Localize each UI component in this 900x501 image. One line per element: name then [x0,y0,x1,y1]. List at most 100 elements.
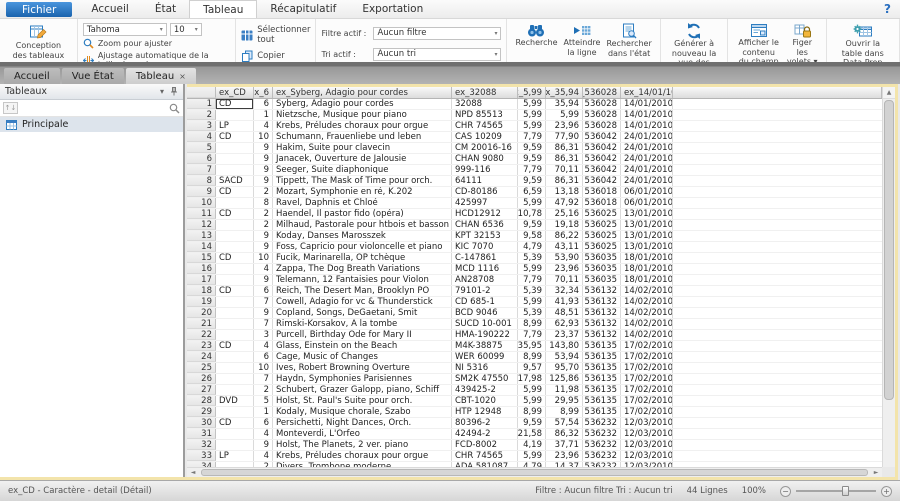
doc-tab-vue-etat[interactable]: Vue État [62,68,124,84]
table-cell[interactable]: 4 [254,121,273,131]
row-number[interactable]: 31 [187,429,216,439]
table-cell[interactable]: 536135 [583,352,621,362]
table-cell[interactable]: 14/01/2010 [621,121,673,131]
zoom-in-icon[interactable]: + [881,486,892,497]
table-cell[interactable]: 536132 [583,319,621,329]
table-cell[interactable]: 1 [254,110,273,120]
table-cell[interactable]: Syberg, Adagio pour cordes [273,99,452,109]
table-cell[interactable]: 17/02/2010 [621,407,673,417]
vertical-scrollbar[interactable]: ▲ [882,87,895,467]
table-cell[interactable]: 9,59 [518,220,546,230]
row-number[interactable]: 17 [187,275,216,285]
help-icon[interactable]: ? [884,2,891,16]
table-cell[interactable]: 8,99 [518,319,546,329]
table-cell[interactable]: 4 [254,264,273,274]
table-cell[interactable]: 47,92 [546,198,583,208]
table-cell[interactable]: 13/01/2010 [621,209,673,219]
table-cell[interactable]: 86,31 [546,176,583,186]
table-cell[interactable]: 5,99 [518,264,546,274]
table-cell[interactable]: 24/01/2010 [621,165,673,175]
row-number[interactable]: 1 [187,99,216,109]
table-cell[interactable] [216,110,254,120]
horizontal-scrollbar[interactable]: ◄ ► [187,467,882,477]
table-cell[interactable]: 14/02/2010 [621,297,673,307]
table-cell[interactable]: Tippett, The Mask of Time pour orch. [273,176,452,186]
row-number[interactable]: 24 [187,352,216,362]
table-cell[interactable]: CD 685-1 [452,297,518,307]
table-cell[interactable]: 9 [254,308,273,318]
table-cell[interactable]: Seeger, Suite diaphonique [273,165,452,175]
row-number[interactable]: 25 [187,363,216,373]
scroll-right-icon[interactable]: ► [870,468,882,477]
table-cell[interactable]: 8 [254,198,273,208]
table-cell[interactable]: 536018 [583,198,621,208]
table-cell[interactable]: 9,59 [518,154,546,164]
table-cell[interactable]: 14/02/2010 [621,319,673,329]
table-cell[interactable]: Purcell, Birthday Ode for Mary II [273,330,452,340]
table-cell[interactable]: FCD-8002 [452,440,518,450]
scroll-left-icon[interactable]: ◄ [187,468,199,477]
table-cell[interactable]: 536035 [583,253,621,263]
table-cell[interactable]: 10,78 [518,209,546,219]
table-cell[interactable]: 536035 [583,275,621,285]
table-cell[interactable]: 536042 [583,132,621,142]
table-cell[interactable]: 17/02/2010 [621,341,673,351]
table-cell[interactable]: 9 [254,440,273,450]
table-cell[interactable]: 9 [254,242,273,252]
table-cell[interactable]: 4 [254,429,273,439]
close-icon[interactable]: × [179,72,186,81]
table-cell[interactable]: 18/01/2010 [621,253,673,263]
table-cell[interactable]: 86,22 [546,231,583,241]
table-cell[interactable]: 9,58 [518,231,546,241]
table-cell[interactable]: 5,99 [518,121,546,131]
vertical-scroll-thumb[interactable] [884,100,894,400]
row-number[interactable]: 21 [187,319,216,329]
table-cell[interactable]: 4,19 [518,440,546,450]
table-cell[interactable]: 5,99 [518,385,546,395]
table-cell[interactable]: 86,31 [546,154,583,164]
table-cell[interactable]: 5,99 [518,198,546,208]
table-cell[interactable]: 9,59 [518,143,546,153]
table-cell[interactable] [216,374,254,384]
table-cell[interactable]: Holst, St. Paul's Suite pour orch. [273,396,452,406]
table-cell[interactable]: 6 [254,99,273,109]
table-cell[interactable]: Cowell, Adagio for vc & Thunderstick [273,297,452,307]
table-cell[interactable]: 17/02/2010 [621,396,673,406]
table-cell[interactable]: Monteverdi, L'Orfeo [273,429,452,439]
row-number[interactable]: 22 [187,330,216,340]
column-header[interactable]: ex_536028 [583,87,621,98]
table-cell[interactable]: 125,86 [546,374,583,384]
table-cell[interactable]: 17/02/2010 [621,363,673,373]
tables-search-input[interactable] [20,102,167,114]
row-number[interactable]: 7 [187,165,216,175]
row-number[interactable]: 15 [187,253,216,263]
table-cell[interactable]: 86,31 [546,143,583,153]
table-cell[interactable] [216,385,254,395]
table-cell[interactable]: 6,59 [518,187,546,197]
table-cell[interactable] [216,275,254,285]
doc-tab-tableau[interactable]: Tableau × [126,68,196,84]
tab-tableau[interactable]: Tableau [189,0,257,18]
row-number[interactable]: 33 [187,451,216,461]
table-cell[interactable]: 2 [254,209,273,219]
table-cell[interactable]: 7,79 [518,132,546,142]
table-cell[interactable]: Mozart, Symphonie en ré, K.202 [273,187,452,197]
scroll-up-icon[interactable]: ▲ [883,87,895,99]
table-cell[interactable]: 8,99 [546,407,583,417]
table-cell[interactable]: 5,99 [518,451,546,461]
table-cell[interactable]: 24/01/2010 [621,176,673,186]
row-number[interactable]: 14 [187,242,216,252]
goto-line-button[interactable]: Atteindre la ligne [561,21,604,59]
table-cell[interactable]: Milhaud, Pastorale pour htbois et basson [273,220,452,230]
table-cell[interactable]: 536042 [583,154,621,164]
table-cell[interactable]: 536232 [583,440,621,450]
table-cell[interactable]: 536018 [583,187,621,197]
table-cell[interactable]: LP [216,451,254,461]
row-number[interactable]: 32 [187,440,216,450]
table-cell[interactable]: 24/01/2010 [621,154,673,164]
show-field-content-button[interactable]: Afficher le contenu du champ [733,21,784,62]
zoom-out-icon[interactable]: − [780,486,791,497]
table-cell[interactable]: 7,79 [518,275,546,285]
table-cell[interactable]: 536035 [583,264,621,274]
row-number[interactable]: 2 [187,110,216,120]
